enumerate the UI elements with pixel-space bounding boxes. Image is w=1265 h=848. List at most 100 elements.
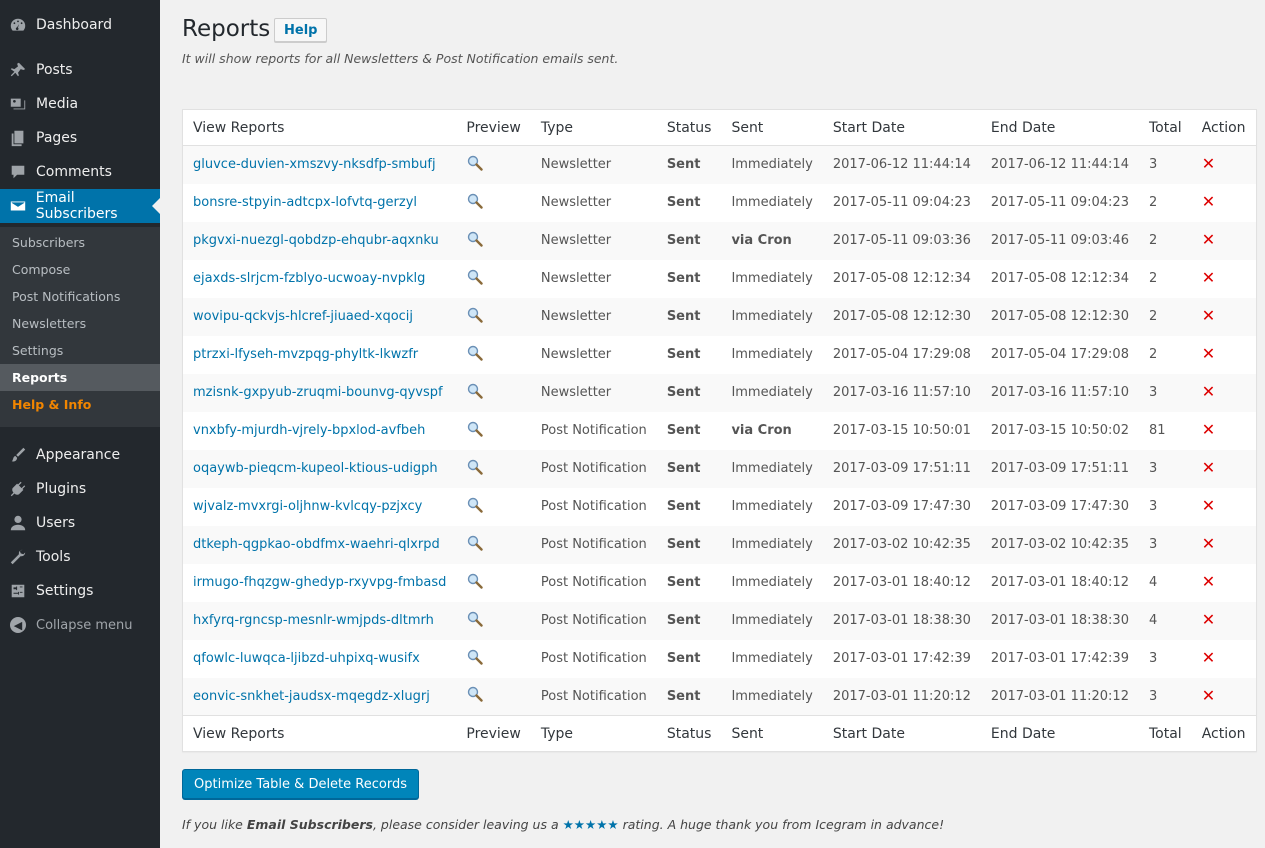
- menu-tools-label: Tools: [36, 549, 71, 565]
- report-link[interactable]: vnxbfy-mjurdh-vjrely-bpxlod-avfbeh: [193, 423, 425, 438]
- report-link[interactable]: hxfyrq-rgncsp-mesnlr-wmjpds-dltmrh: [193, 613, 434, 628]
- menu-settings[interactable]: Settings: [0, 574, 160, 608]
- menu-email-subscribers[interactable]: Email Subscribers: [0, 189, 160, 223]
- report-cell: qfowlc-luwqca-ljibzd-uhpixq-wusifx: [183, 640, 457, 678]
- collapse-menu-button[interactable]: ◀ Collapse menu: [0, 611, 160, 639]
- action-cell: ✕: [1192, 602, 1256, 640]
- menu-pages-label: Pages: [36, 130, 78, 146]
- delete-x-icon[interactable]: ✕: [1202, 498, 1215, 514]
- total-cell: 81: [1148, 423, 1166, 438]
- delete-x-icon[interactable]: ✕: [1202, 346, 1215, 362]
- delete-x-icon[interactable]: ✕: [1202, 270, 1215, 286]
- end-date-cell: 2017-06-12 11:44:14: [990, 157, 1129, 173]
- sent-cell: via Cron: [731, 423, 792, 438]
- status-cell: Sent: [666, 233, 701, 248]
- preview-cell: [456, 222, 531, 260]
- preview-magnifier-icon[interactable]: [466, 611, 484, 631]
- preview-magnifier-icon[interactable]: [466, 459, 484, 479]
- end-date-cell: 2017-03-09 17:47:30: [990, 499, 1129, 514]
- menu-users[interactable]: Users: [0, 506, 160, 540]
- submenu-post-notifications[interactable]: Post Notifications: [12, 283, 120, 310]
- report-link[interactable]: bonsre-stpyin-adtcpx-lofvtq-gerzyl: [193, 195, 417, 210]
- type-cell: Newsletter: [540, 157, 612, 173]
- preview-magnifier-icon[interactable]: [466, 421, 484, 441]
- report-link[interactable]: gluvce-duvien-xmszvy-nksdfp-smbufj: [193, 157, 436, 172]
- preview-magnifier-icon[interactable]: [466, 497, 484, 517]
- preview-magnifier-icon[interactable]: [466, 687, 484, 706]
- delete-x-icon[interactable]: ✕: [1202, 232, 1215, 248]
- menu-posts[interactable]: Posts: [0, 53, 160, 87]
- type-cell: Post Notification: [540, 537, 647, 552]
- delete-x-icon[interactable]: ✕: [1202, 422, 1215, 438]
- sent-cell: Immediately: [731, 575, 813, 590]
- report-link[interactable]: pkgvxi-nuezgl-qobdzp-ehqubr-aqxnku: [193, 233, 439, 248]
- delete-x-icon[interactable]: ✕: [1202, 536, 1215, 552]
- menu-plugins[interactable]: Plugins: [0, 472, 160, 506]
- report-link[interactable]: wjvalz-mvxrgi-oljhnw-kvlcqy-pzjxcy: [193, 499, 422, 514]
- submenu-newsletters[interactable]: Newsletters: [12, 310, 86, 337]
- menu-media[interactable]: Media: [0, 87, 160, 121]
- delete-x-icon[interactable]: ✕: [1202, 384, 1215, 400]
- submenu-reports[interactable]: Reports: [0, 364, 160, 391]
- submenu-help-info[interactable]: Help & Info: [12, 391, 91, 418]
- total-cell: 2: [1148, 195, 1158, 210]
- preview-magnifier-icon[interactable]: [466, 573, 484, 593]
- preview-cell: [456, 488, 531, 526]
- report-link[interactable]: ejaxds-slrjcm-fzblyo-ucwoay-nvpklg: [193, 271, 425, 286]
- reports-table: View Reports Preview Type Status Sent Start D…: [182, 109, 1257, 752]
- preview-magnifier-icon[interactable]: [466, 307, 484, 327]
- preview-magnifier-icon[interactable]: [466, 383, 484, 403]
- delete-x-icon[interactable]: ✕: [1202, 308, 1215, 324]
- menu-dashboard[interactable]: Dashboard: [0, 8, 160, 42]
- delete-x-icon[interactable]: ✕: [1202, 156, 1215, 172]
- end-date-cell: 2017-03-15 10:50:02: [990, 423, 1129, 438]
- sent-cell: Immediately: [731, 157, 813, 173]
- table-row: gluvce-duvien-xmszvy-nksdfp-smbufj Newsle…: [182, 145, 1257, 184]
- rating-stars-link[interactable]: ★★★★★: [563, 817, 619, 832]
- submenu-compose[interactable]: Compose: [12, 256, 70, 283]
- menu-tools[interactable]: Tools: [0, 540, 160, 574]
- preview-magnifier-icon[interactable]: [466, 649, 484, 669]
- delete-x-icon[interactable]: ✕: [1202, 194, 1215, 210]
- report-link[interactable]: eonvic-snkhet-jaudsx-mqegdz-xlugrj: [193, 689, 430, 704]
- report-link[interactable]: dtkeph-qgpkao-obdfmx-waehri-qlxrpd: [193, 537, 440, 552]
- report-link[interactable]: oqaywb-pieqcm-kupeol-ktious-udigph: [193, 461, 438, 476]
- start-date-cell: 2017-03-15 10:50:01: [832, 423, 971, 438]
- delete-x-icon[interactable]: ✕: [1202, 650, 1215, 666]
- end-date-cell: 2017-03-01 17:42:39: [990, 651, 1129, 666]
- page-description: It will show reports for all Newsletters…: [182, 51, 619, 66]
- delete-x-icon[interactable]: ✕: [1202, 460, 1215, 476]
- menu-comments[interactable]: Comments: [0, 155, 160, 189]
- preview-magnifier-icon[interactable]: [466, 269, 484, 289]
- footer-type: Type: [530, 715, 657, 752]
- report-link[interactable]: ptrzxi-lfyseh-mvzpqg-phyltk-lkwzfr: [193, 347, 418, 362]
- delete-x-icon[interactable]: ✕: [1202, 574, 1215, 590]
- report-link[interactable]: mzisnk-gxpyub-zruqmi-bounvg-qyvspf: [193, 385, 443, 400]
- status-cell: Sent: [666, 537, 701, 552]
- status-cell: Sent: [666, 423, 701, 438]
- help-button[interactable]: Help: [274, 18, 328, 42]
- menu-pages[interactable]: Pages: [0, 121, 160, 155]
- preview-magnifier-icon[interactable]: [466, 345, 484, 365]
- report-link[interactable]: irmugo-fhqzgw-ghedyp-rxyvpg-fmbasd: [193, 575, 446, 590]
- preview-magnifier-icon[interactable]: [466, 193, 484, 213]
- submenu-subscribers[interactable]: Subscribers: [12, 229, 85, 256]
- footer-status: Status: [656, 715, 722, 752]
- delete-x-icon[interactable]: ✕: [1202, 687, 1215, 704]
- table-row: qfowlc-luwqca-ljibzd-uhpixq-wusifx Post N…: [183, 640, 1257, 678]
- submenu-settings[interactable]: Settings: [12, 337, 63, 364]
- delete-x-icon[interactable]: ✕: [1202, 612, 1215, 628]
- total-cell: 3: [1148, 499, 1158, 514]
- header-sent: Sent: [721, 109, 823, 146]
- preview-magnifier-icon[interactable]: [466, 231, 484, 251]
- preview-magnifier-icon[interactable]: [466, 155, 484, 175]
- preview-magnifier-icon[interactable]: [466, 535, 484, 555]
- table-row: vnxbfy-mjurdh-vjrely-bpxlod-avfbeh Post N…: [183, 412, 1257, 450]
- menu-comments-label: Comments: [36, 164, 112, 180]
- report-link[interactable]: wovipu-qckvjs-hlcref-jiuaed-xqocij: [193, 309, 413, 324]
- menu-appearance[interactable]: Appearance: [0, 438, 160, 472]
- status-cell: Sent: [666, 688, 701, 704]
- report-link[interactable]: qfowlc-luwqca-ljibzd-uhpixq-wusifx: [193, 651, 420, 666]
- optimize-table-button[interactable]: Optimize Table & Delete Records: [182, 769, 419, 799]
- comments-icon: [0, 163, 36, 181]
